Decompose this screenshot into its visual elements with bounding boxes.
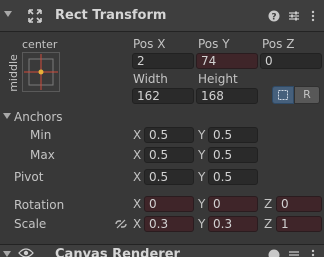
pivot-y-field[interactable]: 0.5 [208,169,258,185]
pos-y-field[interactable]: 74 [196,53,258,69]
anchors-max-y-axis: Y [198,148,206,162]
canvas-renderer-kebab-menu-icon[interactable] [310,249,316,257]
anchors-max-x-axis: X [133,148,142,162]
rotation-z-field[interactable]: 0 [276,196,322,212]
scale-z-axis: Z [264,217,273,231]
sliders-icon[interactable] [288,10,300,22]
svg-text:?: ? [271,13,276,23]
rotation-x-axis: X [133,197,142,211]
anchors-min-label: Min [30,128,52,142]
scale-z-field[interactable]: 1 [276,216,322,232]
anchors-min-x-axis: X [133,128,142,142]
width-label: Width [133,72,168,86]
eye-icon [18,248,34,257]
height-label: Height [198,72,238,86]
width-field[interactable]: 162 [132,88,194,104]
pos-x-label: Pos X [133,37,166,51]
help-icon[interactable]: ? [268,10,280,22]
height-field[interactable]: 168 [196,88,258,104]
canvas-renderer-header[interactable]: Canvas Renderer [0,244,324,257]
kebab-menu-icon[interactable] [310,10,316,22]
pivot-x-axis: X [133,170,142,184]
scale-x-field[interactable]: 0.3 [144,216,194,232]
raw-edit-mode-button[interactable]: R [294,86,320,104]
rotation-y-field[interactable]: 0 [208,196,258,212]
rotation-y-axis: Y [198,197,206,211]
pos-z-field[interactable]: 0 [260,53,322,69]
anchors-min-y-axis: Y [198,128,206,142]
anchors-max-x-field[interactable]: 0.5 [144,147,194,163]
anchors-min-y-field[interactable]: 0.5 [208,127,258,143]
component-header[interactable]: Rect Transform ? [0,0,324,32]
component-title: Rect Transform [55,8,167,23]
fold-arrow-icon[interactable] [4,11,12,17]
canvas-renderer-help-icon[interactable] [268,249,280,257]
pivot-x-field[interactable]: 0.5 [144,169,194,185]
anchor-preset-button[interactable] [22,52,60,92]
anchors-min-x-field[interactable]: 0.5 [144,127,194,143]
anchor-vertical-label: middle [7,54,20,92]
rect-transform-icon [28,9,42,23]
canvas-renderer-title: Canvas Renderer [55,247,180,257]
scale-y-field[interactable]: 0.3 [208,216,258,232]
scale-label: Scale [14,217,47,231]
rotation-x-field[interactable]: 0 [144,196,194,212]
anchors-fold-arrow-icon[interactable] [3,113,11,119]
rotation-z-axis: Z [264,197,273,211]
canvas-renderer-fold-arrow-icon[interactable] [3,251,11,257]
scale-x-axis: X [133,217,142,231]
anchors-max-label: Max [30,148,55,162]
anchors-label[interactable]: Anchors [14,110,63,124]
pivot-label: Pivot [14,170,44,184]
rotation-label: Rotation [14,198,65,212]
pos-x-field[interactable]: 2 [132,53,194,69]
pos-y-label: Pos Y [198,37,230,51]
pos-z-label: Pos Z [262,37,295,51]
anchors-max-y-field[interactable]: 0.5 [208,147,258,163]
scale-y-axis: Y [198,217,206,231]
canvas-renderer-sliders-icon[interactable] [288,249,300,257]
link-broken-icon[interactable] [114,217,128,231]
blueprint-mode-button[interactable] [272,86,294,104]
pivot-y-axis: Y [198,170,206,184]
blueprint-icon [278,90,288,100]
anchor-horizontal-label: center [22,38,58,51]
